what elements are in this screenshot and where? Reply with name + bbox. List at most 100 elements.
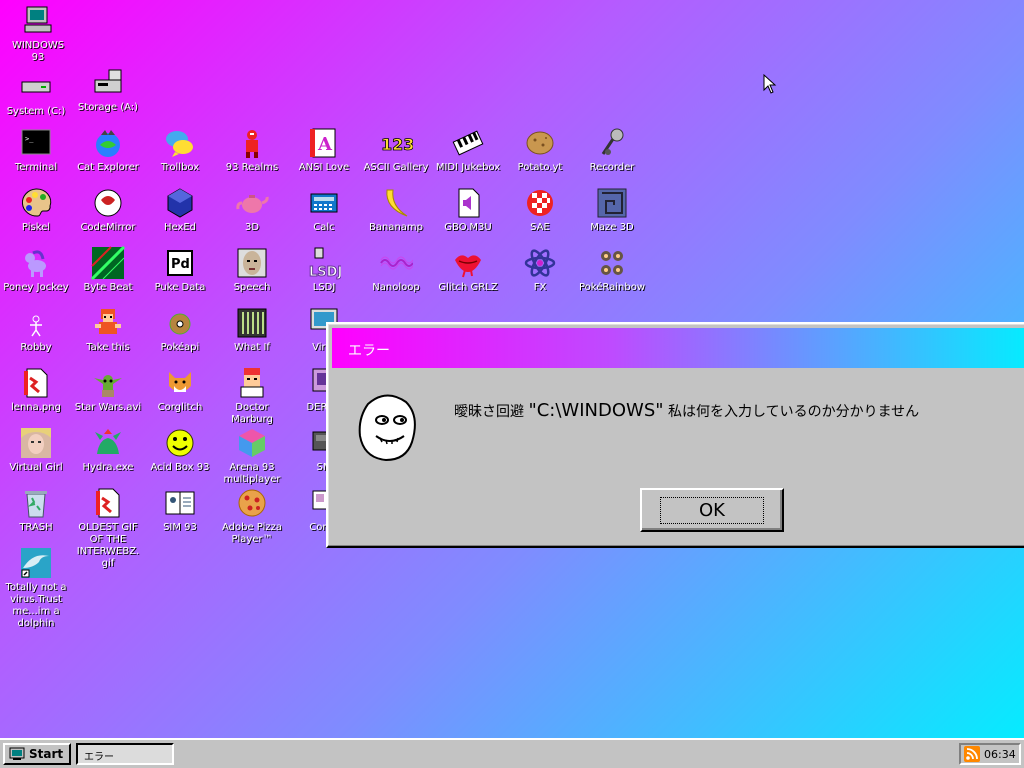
icon-label: HexEd <box>163 222 197 233</box>
icon-label: PokéRainbow <box>579 282 645 293</box>
icon-cat-explorer[interactable]: Cat Explorer <box>72 126 144 174</box>
doctor-icon <box>235 366 269 400</box>
lsdj-icon: LSDJ <box>307 246 341 280</box>
icon-lenna[interactable]: lenna.png <box>0 366 72 414</box>
icon-label: CodeMirror <box>80 222 136 233</box>
start-button[interactable]: Start <box>3 743 71 765</box>
icon-label: lenna.png <box>11 402 61 413</box>
icon-pokerainbow[interactable]: PokéRainbow <box>576 246 648 294</box>
taskbar-item-error[interactable]: エラー <box>76 743 174 765</box>
trash-icon <box>19 486 53 520</box>
computer-icon <box>21 4 55 38</box>
icon-potato[interactable]: Potato.yt <box>504 126 576 174</box>
icon-trash[interactable]: TRASH <box>0 486 72 534</box>
drive-icon <box>19 70 53 104</box>
rss-icon[interactable] <box>964 746 980 762</box>
icon-label: ASCII Gallery <box>363 162 429 173</box>
hydra-icon <box>91 426 125 460</box>
icon-star-wars[interactable]: Star Wars.avi <box>72 366 144 414</box>
icon-midi-jukebox[interactable]: MIDI Jukebox <box>432 126 504 174</box>
message-suffix: 私は何を入力しているのか分かりません <box>668 404 920 420</box>
knight-icon <box>235 126 269 160</box>
icon-byte-beat[interactable]: Byte Beat <box>72 246 144 294</box>
icon-pokeapi[interactable]: Pokéapi <box>144 306 216 354</box>
maze-icon <box>595 186 629 220</box>
icon-3d[interactable]: 3D <box>216 186 288 234</box>
icon-sae[interactable]: SAE <box>504 186 576 234</box>
dialog-title: エラー <box>348 343 390 359</box>
icon-recorder[interactable]: Recorder <box>576 126 648 174</box>
icon-sim-93[interactable]: SIM 93 <box>144 486 216 534</box>
ok-button-label: OK <box>660 496 764 524</box>
cat-globe-icon <box>91 126 125 160</box>
icon-piskel[interactable]: Piskel <box>0 186 72 234</box>
icon-ascii-gallery[interactable]: 123 ASCII Gallery <box>360 126 432 174</box>
pd-icon: Pd <box>163 246 197 280</box>
icon-label: Corglitch <box>157 402 203 413</box>
icon-nanoloop[interactable]: Nanoloop <box>360 246 432 294</box>
icon-system-c[interactable]: System (C:) <box>0 70 72 118</box>
piano-icon <box>451 126 485 160</box>
icon-fx[interactable]: FX <box>504 246 576 294</box>
icon-terminal[interactable]: >_ Terminal <box>0 126 72 174</box>
icon-oldest-gif[interactable]: OLDEST GIF OF THE INTERWEBZ.gif <box>72 486 144 570</box>
smiley-icon <box>163 426 197 460</box>
start-logo-icon <box>9 747 25 760</box>
icon-label: Cat Explorer <box>77 162 139 173</box>
icon-label: OLDEST GIF OF THE INTERWEBZ.gif <box>76 522 140 569</box>
icon-label: SIM 93 <box>163 522 197 533</box>
icon-acid-box[interactable]: Acid Box 93 <box>144 426 216 474</box>
icon-label: Speech <box>233 282 271 293</box>
calculator-icon <box>307 186 341 220</box>
ok-button[interactable]: OK <box>640 488 784 532</box>
pokeball-icon <box>163 306 197 340</box>
icon-ansi-love[interactable]: A ANSI Love <box>288 126 360 174</box>
stickman-icon <box>19 306 53 340</box>
icon-what-if[interactable]: What If <box>216 306 288 354</box>
dialog-titlebar[interactable]: エラー <box>332 328 1024 368</box>
icon-corglitch[interactable]: Corglitch <box>144 366 216 414</box>
icon-speech[interactable]: Speech <box>216 246 288 294</box>
atom-icon <box>523 246 557 280</box>
icon-lsdj[interactable]: LSDJ LSDJ <box>288 246 360 294</box>
icon-label: Doctor Marburg <box>231 402 273 425</box>
icon-dolphin[interactable]: Totally not a virus.Trust me...im a dolp… <box>0 546 72 630</box>
icon-label: Star Wars.avi <box>74 402 142 413</box>
icon-robby[interactable]: Robby <box>0 306 72 354</box>
icon-gbo-m3u[interactable]: GBO.M3U <box>432 186 504 234</box>
icon-maze-3d[interactable]: Maze 3D <box>576 186 648 234</box>
icon-label: Terminal <box>14 162 58 173</box>
icon-codemirror[interactable]: CodeMirror <box>72 186 144 234</box>
icon-calc[interactable]: Calc <box>288 186 360 234</box>
icon-poney-jockey[interactable]: Poney Jockey <box>0 246 72 294</box>
troll-face-icon <box>358 392 420 462</box>
face-speech-icon <box>235 246 269 280</box>
icon-glitch-grlz[interactable]: Glitch GRLZ <box>432 246 504 294</box>
microphone-icon <box>595 126 629 160</box>
pokemon-icon <box>595 246 629 280</box>
icon-puke-data[interactable]: Pd Puke Data <box>144 246 216 294</box>
icon-label: Virtual Girl <box>9 462 63 473</box>
ascii-icon: 123 <box>379 126 413 160</box>
icon-adobe-pizza[interactable]: Adobe Pizza Player™ <box>216 486 288 546</box>
icon-hexed[interactable]: HexEd <box>144 186 216 234</box>
icon-virtual-girl[interactable]: Virtual Girl <box>0 426 72 474</box>
icon-windows93[interactable]: WINDOWS 93 <box>2 4 74 64</box>
system-tray: 06:34 <box>959 743 1021 765</box>
icon-label: Maze 3D <box>590 222 634 233</box>
icon-label: ANSI Love <box>298 162 350 173</box>
icon-trollbox[interactable]: Trollbox <box>144 126 216 174</box>
icon-storage-a[interactable]: Storage (A:) <box>72 66 144 114</box>
icon-hydra[interactable]: Hydra.exe <box>72 426 144 474</box>
icon-label: Trollbox <box>160 162 200 173</box>
icon-label: LSDJ <box>312 282 336 293</box>
icon-label: Adobe Pizza Player™ <box>221 522 283 545</box>
icon-take-this[interactable]: Take this <box>72 306 144 354</box>
icon-label: Pokéapi <box>160 342 200 353</box>
icon-arena-93[interactable]: Arena 93 multiplayer <box>216 426 288 486</box>
svg-text:123: 123 <box>381 135 413 154</box>
icon-bananamp[interactable]: Bananamp <box>360 186 432 234</box>
icon-93-realms[interactable]: 93 Realms <box>216 126 288 174</box>
codemirror-icon <box>91 186 125 220</box>
icon-doctor-marburg[interactable]: Doctor Marburg <box>216 366 288 426</box>
